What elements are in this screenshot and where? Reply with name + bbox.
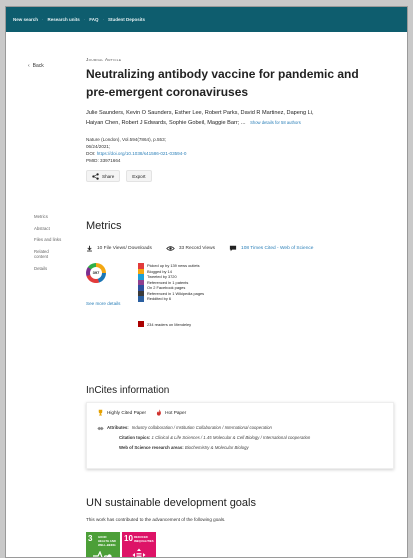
article-type: Journal Article	[86, 57, 122, 62]
show-authors-link[interactable]: Show details for 58 authors	[250, 120, 301, 125]
mendeley-swatch	[138, 321, 144, 327]
nav-research-units[interactable]: Research units	[48, 17, 80, 22]
wos-citations-stat[interactable]: 108 Times Cited - Web of Science	[229, 245, 313, 252]
sdg-3-tile[interactable]: 3 GOOD HEALTH AND WELL-BEING	[86, 532, 120, 557]
hot-paper-badge: Hot Paper	[156, 409, 186, 416]
mendeley-row: 234 readers on Mendeley	[138, 321, 191, 327]
un-sdg-subtitle: This work has contributed to the advance…	[86, 517, 226, 522]
wos-areas-value: Biochemistry & Molecular Biology	[184, 445, 249, 450]
sidenav-metrics[interactable]: Metrics	[34, 214, 74, 220]
file-views-text: 10 File Views/ Downloads	[97, 246, 152, 251]
see-more-details-link[interactable]: See more details	[86, 301, 120, 306]
record-views-stat: 33 Record Views	[166, 245, 215, 252]
doi-label: DOI:	[86, 151, 96, 156]
top-nav: New search · Research units · FAQ · Stud…	[6, 7, 407, 32]
journal: Nature (London), Vol.594(7864), p.553;	[86, 137, 166, 142]
altmetric-row: Reddited by 6	[138, 296, 204, 302]
nav-new-search[interactable]: New search	[13, 17, 38, 22]
sdg-3-number: 3	[88, 534, 93, 543]
nav-faq[interactable]: FAQ	[89, 17, 98, 22]
metrics-heading: Metrics	[86, 220, 122, 232]
record-views-text: 33 Record Views	[178, 246, 216, 251]
download-icon	[87, 245, 92, 252]
wos-areas-row: Web of Science research areas: Biochemis…	[97, 443, 383, 453]
export-button[interactable]: Export	[126, 170, 152, 182]
incites-badges: Highly Cited Paper Hot Paper	[97, 409, 383, 416]
page-frame: New search · Research units · FAQ · Stud…	[5, 6, 408, 558]
un-sdg-heading: UN sustainable development goals	[86, 497, 256, 509]
chevron-left-icon: ‹	[28, 63, 30, 69]
doi-link[interactable]: https://doi.org/10.1038/s41586-021-03594…	[97, 151, 187, 156]
sdg-10-label: REDUCED INEQUALITIES	[134, 535, 154, 543]
authors: Julie Saunders, Kevin O Saunders, Esther…	[86, 108, 398, 128]
publication-date: 06/24/2021;	[86, 144, 111, 149]
altmetric-score: 397	[92, 270, 100, 275]
article-title-line1: Neutralizing antibody vaccine for pandem…	[86, 67, 359, 81]
wos-citations-text[interactable]: 108 Times Cited - Web of Science	[241, 246, 313, 251]
heartbeat-icon	[93, 551, 112, 557]
pmid: PMID: 33971664	[86, 158, 121, 163]
share-button[interactable]: Share	[86, 170, 121, 182]
flame-icon	[156, 409, 161, 416]
highly-cited-text: Highly Cited Paper	[107, 410, 147, 415]
altmetric-swatch	[138, 296, 144, 302]
action-bar: Share Export	[86, 170, 398, 182]
eye-icon	[166, 246, 175, 251]
citation-topics-label: Citation topics:	[119, 435, 151, 440]
handshake-icon	[97, 426, 104, 430]
highly-cited-badge: Highly Cited Paper	[97, 409, 146, 416]
sdg-10-number: 10	[124, 534, 133, 543]
article-header: Journal Article Neutralizing antibody va…	[86, 57, 398, 182]
metrics-stats: 10 File Views/ Downloads 33 Record Views…	[86, 245, 327, 252]
nav-separator: ·	[83, 17, 86, 22]
comment-icon	[229, 245, 237, 252]
share-icon	[92, 172, 99, 180]
trophy-icon	[98, 409, 103, 416]
sidenav-files[interactable]: Files and links	[34, 237, 74, 243]
section-nav: Metrics Abstract Files and links Related…	[34, 214, 74, 277]
article-title: Neutralizing antibody vaccine for pandem…	[86, 65, 398, 101]
equality-icon	[132, 548, 146, 557]
file-views-stat: 10 File Views/ Downloads	[86, 245, 152, 252]
export-label: Export	[132, 173, 146, 179]
citation-topics-row: Citation topics: 1 Clinical & Life Scien…	[97, 433, 383, 443]
authors-line1: Julie Saunders, Kevin O Saunders, Esther…	[86, 110, 314, 116]
sidenav-details[interactable]: Details	[34, 266, 74, 272]
incites-card: Highly Cited Paper Hot Paper Attributes:…	[86, 402, 394, 469]
incites-attributes: Attributes: Industry collaboration / Ins…	[97, 423, 383, 453]
back-button[interactable]: ‹ Back	[28, 63, 44, 69]
share-label: Share	[102, 173, 115, 179]
back-label: Back	[32, 63, 44, 69]
hot-paper-text: Hot Paper	[165, 410, 187, 415]
sidenav-related[interactable]: Related content	[34, 249, 60, 260]
sdg-3-label: GOOD HEALTH AND WELL-BEING	[98, 535, 116, 547]
article-title-line2: pre-emergent coronaviruses	[86, 85, 249, 99]
citation-topics-value: 1 Clinical & Life Sciences / 1.45 Molecu…	[151, 435, 311, 440]
altmetric-row-text: Reddited by 6	[147, 296, 172, 301]
authors-line2: Haiyan Chen, Robert J Edwards, Sophie Go…	[86, 120, 246, 126]
nav-separator: ·	[102, 17, 105, 22]
nav-student-deposits[interactable]: Student Deposits	[108, 17, 145, 22]
sdg-10-tile[interactable]: 10 REDUCED INEQUALITIES	[122, 532, 156, 557]
article-meta: Nature (London), Vol.594(7864), p.553; 0…	[86, 136, 398, 164]
incites-heading: InCites information	[86, 385, 170, 396]
nav-separator: ·	[42, 17, 44, 22]
altmetric-list: Picked up by 139 news outlets Blogged by …	[138, 263, 204, 302]
wos-areas-label: Web of Science research areas:	[119, 445, 184, 450]
attributes-value: Industry collaboration / Institution Col…	[131, 425, 272, 430]
attributes-row: Attributes: Industry collaboration / Ins…	[97, 423, 383, 433]
sidenav-abstract[interactable]: Abstract	[34, 226, 74, 232]
attributes-label: Attributes:	[107, 425, 129, 430]
mendeley-text: 234 readers on Mendeley	[147, 321, 192, 327]
